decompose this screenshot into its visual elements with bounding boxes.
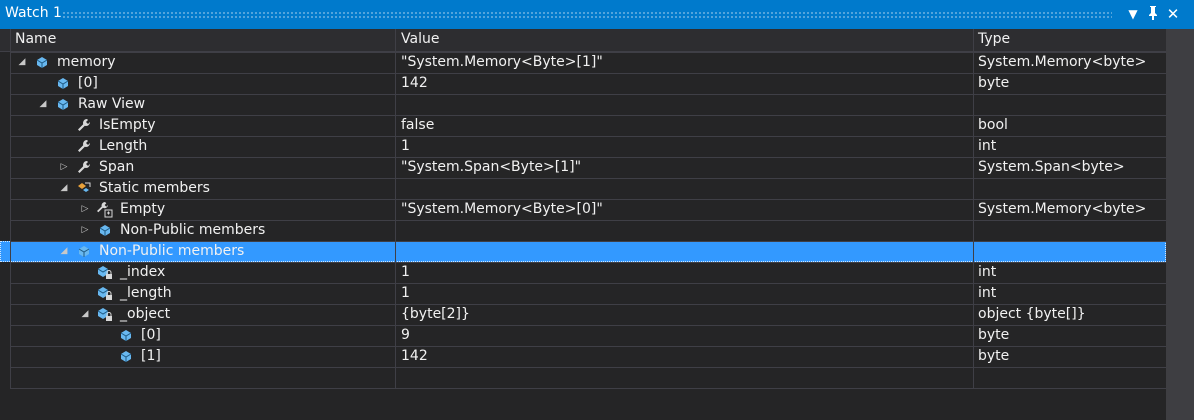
row-type: System.Memory<byte>	[978, 201, 1147, 217]
field-icon	[54, 75, 72, 92]
row-name: Static members	[99, 180, 210, 196]
watch-row[interactable]: _length 1 int	[0, 283, 1166, 304]
field-icon	[117, 327, 135, 344]
row-type: byte	[978, 327, 1010, 343]
row-name: [1]	[141, 348, 161, 364]
row-value[interactable]: 142	[401, 75, 428, 91]
collapse-arrow-icon[interactable]: ◢	[79, 308, 91, 320]
row-name: _length	[120, 285, 172, 301]
row-name: Length	[99, 138, 148, 154]
private-field-icon	[96, 285, 114, 302]
row-type: int	[978, 264, 997, 280]
collapse-arrow-icon[interactable]: ◢	[37, 98, 49, 110]
collapse-arrow-icon[interactable]: ◢	[58, 182, 70, 194]
row-type: object {byte[]}	[978, 306, 1086, 322]
row-name: [0]	[78, 75, 98, 91]
vertical-scrollbar[interactable]	[1166, 29, 1194, 420]
row-name: Non-Public members	[99, 243, 245, 259]
row-name: _object	[120, 306, 171, 322]
private-field-icon	[96, 264, 114, 281]
watch-row[interactable]: [0] 9 byte	[0, 325, 1166, 346]
private-field-icon	[96, 306, 114, 323]
watch-row[interactable]: ◢ Raw View	[0, 94, 1166, 115]
empty-area	[0, 389, 1166, 420]
watch-row[interactable]: ▷ Empty "System.Memory<Byte>[0]" System.Mem…	[0, 199, 1166, 220]
column-header-value[interactable]: Value	[401, 31, 439, 47]
row-value[interactable]: "System.Memory<Byte>[0]"	[401, 201, 603, 217]
row-value[interactable]: 9	[401, 327, 410, 343]
row-value[interactable]: 1	[401, 264, 410, 280]
watch-window-titlebar: Watch 1 ▼ ✕	[0, 0, 1194, 29]
row-value[interactable]: 1	[401, 138, 410, 154]
titlebar-grip[interactable]	[62, 11, 1112, 18]
expand-arrow-icon[interactable]: ▷	[58, 161, 70, 173]
row-type: int	[978, 285, 997, 301]
field-icon	[54, 96, 72, 113]
row-value[interactable]: 1	[401, 285, 410, 301]
row-value[interactable]: "System.Memory<Byte>[1]"	[401, 54, 603, 70]
watch-row[interactable]: Length 1 int	[0, 136, 1166, 157]
property-wrench-icon	[75, 138, 93, 155]
row-value[interactable]: false	[401, 117, 434, 133]
close-icon[interactable]: ✕	[1164, 5, 1182, 23]
field-icon	[75, 243, 93, 260]
watch-grid: Name Value Type ◢ memory "System.Memory<By…	[0, 29, 1166, 389]
watch-row[interactable]: ◢ _object {byte[2]} object {byte[]}	[0, 304, 1166, 325]
watch-row[interactable]: [1] 142 byte	[0, 346, 1166, 367]
column-header-row: Name Value Type	[0, 29, 1166, 52]
watch-row[interactable]: ▷ Span "System.Span<Byte>[1]" System.Span<b…	[0, 157, 1166, 178]
row-name: IsEmpty	[99, 117, 156, 133]
watch-row[interactable]: ◢ Static members	[0, 178, 1166, 199]
row-value[interactable]: {byte[2]}	[401, 306, 470, 322]
collapse-arrow-icon[interactable]: ◢	[16, 56, 28, 68]
row-name: Empty	[120, 201, 166, 217]
pin-icon[interactable]	[1144, 5, 1162, 23]
field-icon	[117, 348, 135, 365]
property-wrench-icon	[75, 159, 93, 176]
row-name: memory	[57, 54, 116, 70]
row-value[interactable]: 142	[401, 348, 428, 364]
row-type: System.Span<byte>	[978, 159, 1125, 175]
row-name: [0]	[141, 327, 161, 343]
static-members-icon	[75, 180, 93, 197]
watch-row[interactable]: [0] 142 byte	[0, 73, 1166, 94]
window-title: Watch 1	[5, 5, 62, 21]
watch-row[interactable]: ▷ Non-Public members	[0, 220, 1166, 241]
watch-row[interactable]: IsEmpty false bool	[0, 115, 1166, 136]
row-value[interactable]: "System.Span<Byte>[1]"	[401, 159, 581, 175]
watch-row[interactable]: ◢ memory "System.Memory<Byte>[1]" System.Me…	[0, 52, 1166, 73]
expand-arrow-icon[interactable]: ▷	[79, 203, 91, 215]
row-name: Non-Public members	[120, 222, 266, 238]
watch-row[interactable]: _index 1 int	[0, 262, 1166, 283]
property-wrench-icon	[75, 117, 93, 134]
row-type: int	[978, 138, 997, 154]
row-name: _index	[120, 264, 166, 280]
field-icon	[96, 222, 114, 239]
static-property-icon	[96, 201, 114, 218]
row-type: bool	[978, 117, 1008, 133]
row-type: System.Memory<byte>	[978, 54, 1147, 70]
expand-arrow-icon[interactable]: ▷	[79, 224, 91, 236]
collapse-arrow-icon[interactable]: ◢	[58, 245, 70, 257]
watch-row[interactable]: ◢ Non-Public members	[0, 241, 1166, 262]
row-name: Raw View	[78, 96, 146, 112]
column-header-type[interactable]: Type	[978, 31, 1010, 47]
column-header-name[interactable]: Name	[15, 31, 56, 47]
row-type: byte	[978, 75, 1010, 91]
row-type: byte	[978, 348, 1010, 364]
field-icon	[33, 54, 51, 71]
row-name: Span	[99, 159, 135, 175]
window-position-dropdown-icon[interactable]: ▼	[1124, 5, 1142, 23]
